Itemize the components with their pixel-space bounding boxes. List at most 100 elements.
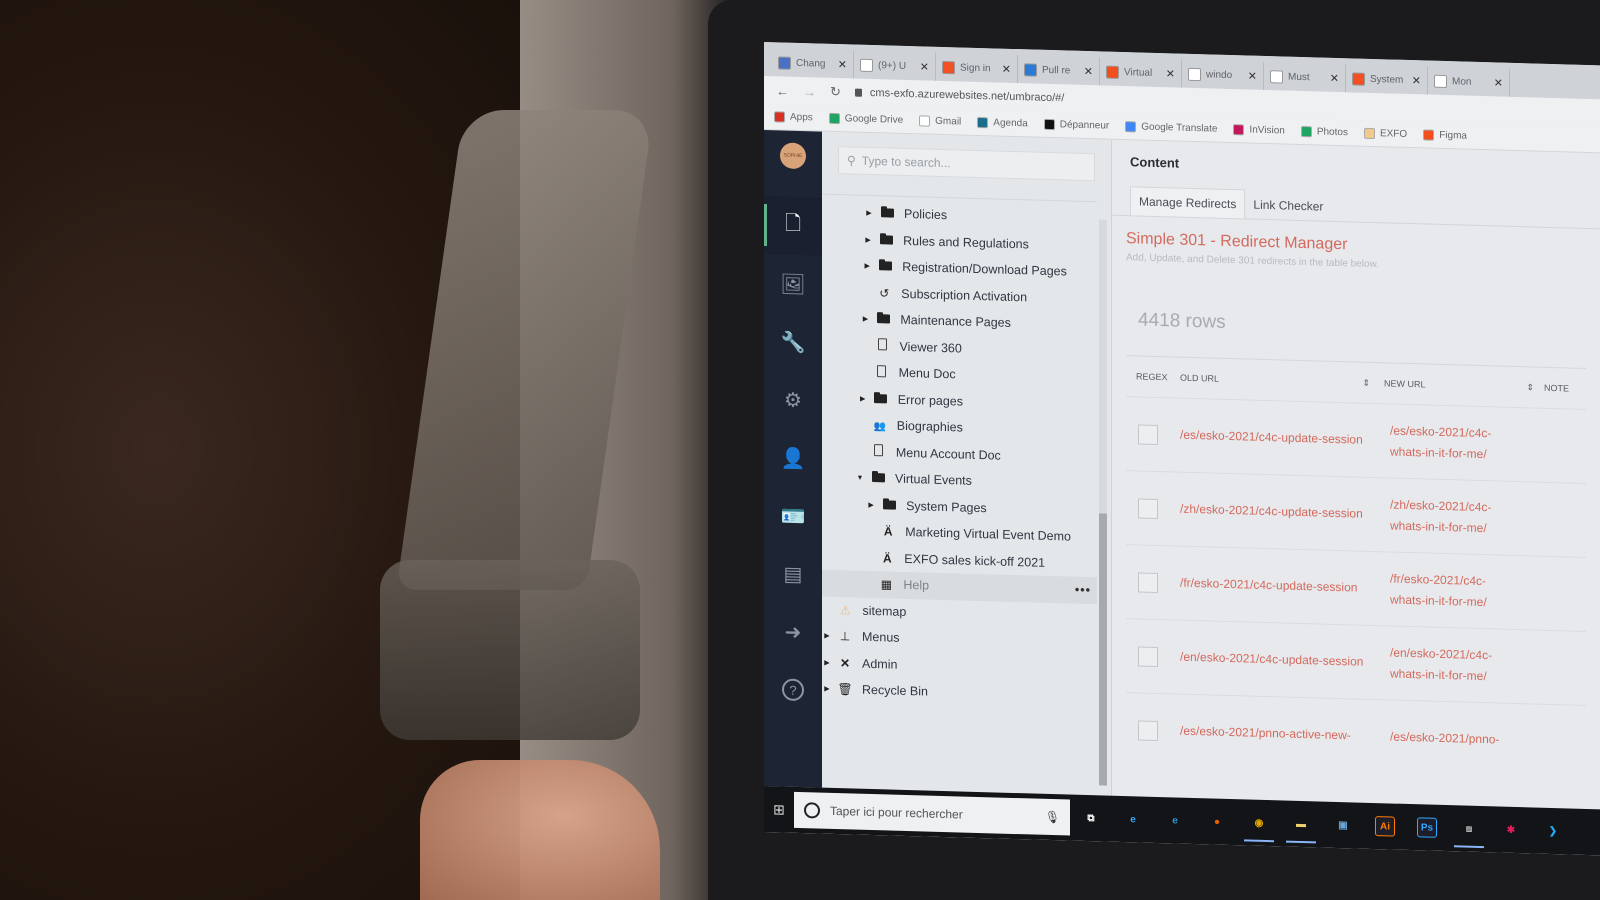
browser-tab[interactable]: Sign in ✕	[936, 52, 1018, 84]
browser-tab-label: (9+) U	[878, 59, 907, 72]
bookmark-item[interactable]: Google Translate	[1125, 121, 1217, 135]
close-icon[interactable]: ✕	[1002, 62, 1011, 75]
taskbar-search-input[interactable]: Taper ici pour rechercher 🎙	[794, 791, 1070, 836]
taskbar-app-remote-desktop[interactable]: ▣	[1322, 802, 1364, 849]
close-icon[interactable]: ✕	[838, 58, 847, 71]
taskbar-app-vscode[interactable]: ❯	[1532, 807, 1574, 854]
regex-checkbox[interactable]	[1138, 571, 1158, 593]
close-icon[interactable]: ✕	[1166, 67, 1175, 80]
old-url-cell[interactable]: /es/esko-2021/pnno-active-new-	[1180, 722, 1380, 747]
bookmark-item[interactable]: InVision	[1233, 124, 1285, 137]
bookmark-item[interactable]: Photos	[1300, 125, 1348, 138]
photoshop-icon: Ps	[1417, 817, 1437, 838]
caret-right-icon[interactable]: ▶	[858, 394, 868, 402]
bookmark-item[interactable]: Figma	[1423, 129, 1467, 142]
browser-tab[interactable]: Virtual ✕	[1100, 57, 1182, 88]
more-actions-icon[interactable]: •••	[1075, 583, 1091, 597]
caret-down-icon[interactable]: ▼	[855, 474, 865, 481]
document-icon	[878, 338, 887, 351]
close-icon[interactable]: ✕	[1084, 64, 1093, 77]
caret-right-icon[interactable]: ▶	[822, 685, 832, 693]
gear-icon: ⚙	[784, 389, 802, 412]
caret-right-icon[interactable]: ▶	[866, 501, 876, 509]
taskbar-app-illustrator[interactable]: Ai	[1364, 803, 1406, 850]
section-users[interactable]: 👤	[764, 428, 822, 488]
bookmark-item[interactable]: Dépanneur	[1043, 118, 1109, 132]
avatar[interactable]: SOPHIE	[780, 142, 806, 170]
caret-right-icon[interactable]: ▶	[860, 315, 870, 323]
microphone-icon[interactable]: 🎙	[1045, 810, 1060, 824]
section-content[interactable]: 🗋	[764, 196, 822, 256]
section-help[interactable]: ?	[764, 660, 822, 720]
new-url-cell[interactable]: /es/esko-2021/c4c-whats-in-it-for-me/	[1390, 421, 1520, 465]
new-url-cell[interactable]: /fr/esko-2021/c4c-whats-in-it-for-me/	[1390, 569, 1520, 613]
bookmark-item[interactable]: Apps	[774, 111, 813, 123]
close-icon[interactable]: ✕	[1412, 74, 1421, 87]
sort-icon[interactable]: ⇕	[1526, 382, 1534, 393]
taskbar-app-task-view[interactable]: ⧉	[1070, 795, 1112, 842]
edge-icon: e	[1172, 814, 1178, 827]
bookmark-item[interactable]: Google Drive	[828, 112, 903, 126]
folder-icon	[876, 314, 890, 324]
regex-checkbox[interactable]	[1138, 719, 1158, 741]
bookmark-item[interactable]: Agenda	[977, 116, 1028, 129]
reload-icon[interactable]: ↻	[830, 84, 841, 100]
taskbar-app-slack[interactable]: ✱	[1490, 806, 1532, 853]
forward-icon[interactable]: →	[803, 84, 816, 99]
close-icon[interactable]: ✕	[1248, 69, 1257, 82]
caret-right-icon[interactable]: ▶	[822, 658, 832, 666]
taskbar-app-edge[interactable]: e	[1154, 797, 1196, 844]
taskbar-app-photoshop[interactable]: Ps	[1406, 804, 1448, 851]
caret-right-icon[interactable]: ▶	[864, 209, 874, 217]
old-url-cell[interactable]: /es/esko-2021/c4c-update-session	[1180, 426, 1380, 451]
tree-scrollbar[interactable]	[1099, 219, 1107, 786]
taskbar-app-chrome[interactable]: ◉	[1238, 799, 1280, 846]
close-icon[interactable]: ✕	[1330, 71, 1339, 84]
tree-search-input[interactable]: ⚲ Type to search...	[838, 146, 1095, 182]
new-url-cell[interactable]: /en/esko-2021/c4c-whats-in-it-for-me/	[1390, 643, 1520, 687]
taskbar-app-internet-explorer[interactable]: e	[1112, 796, 1154, 843]
bookmark-item[interactable]: EXFO	[1363, 127, 1407, 140]
browser-tab[interactable]: Chang ✕	[772, 48, 854, 79]
section-members[interactable]: 🪪	[764, 486, 822, 546]
new-url-cell[interactable]: /zh/esko-2021/c4c-whats-in-it-for-me/	[1390, 495, 1520, 539]
browser-tab[interactable]: windo ✕	[1182, 59, 1264, 90]
url-field[interactable]: cms-exfo.azurewebsites.net/umbraco/#/	[854, 87, 1064, 104]
tab-link-checker[interactable]: Link Checker	[1245, 190, 1331, 220]
tree-scrollbar-thumb[interactable]	[1099, 513, 1107, 786]
section-developer[interactable]: ⚙	[764, 370, 822, 430]
caret-right-icon[interactable]: ▶	[822, 632, 832, 640]
header-old-url[interactable]: OLD URL ⇕	[1180, 372, 1384, 389]
old-url-cell[interactable]: /en/esko-2021/c4c-update-session	[1180, 648, 1380, 673]
close-icon[interactable]: ✕	[920, 60, 929, 73]
caret-right-icon[interactable]: ▶	[862, 262, 872, 270]
regex-checkbox[interactable]	[1138, 645, 1158, 667]
taskbar-app-file-explorer[interactable]: ▬	[1280, 800, 1322, 847]
close-icon[interactable]: ✕	[1494, 76, 1503, 89]
browser-tab[interactable]: Pull re ✕	[1018, 55, 1100, 86]
browser-tab[interactable]: Mon ✕	[1428, 66, 1510, 97]
bookmark-label: Google Translate	[1141, 121, 1218, 135]
regex-checkbox[interactable]	[1138, 423, 1158, 445]
bookmark-item[interactable]: Gmail	[919, 115, 961, 128]
section-media[interactable]: 🖼	[764, 254, 822, 314]
back-icon[interactable]: ←	[776, 83, 789, 98]
browser-tab[interactable]: Must ✕	[1264, 61, 1346, 93]
new-url-cell[interactable]: /es/esko-2021/pnno-	[1390, 727, 1520, 751]
tree-node-label: System Pages	[906, 498, 987, 515]
header-new-url[interactable]: NEW URL ⇕	[1384, 378, 1544, 393]
section-settings[interactable]: 🔧	[764, 312, 822, 372]
section-redirects[interactable]: ➜	[764, 602, 822, 662]
browser-tab[interactable]: (9+) U ✕	[854, 50, 936, 81]
section-forms[interactable]: ▤	[764, 544, 822, 604]
old-url-cell[interactable]: /fr/esko-2021/c4c-update-session	[1180, 574, 1380, 599]
tab-manage-redirects[interactable]: Manage Redirects	[1130, 186, 1246, 219]
browser-tab[interactable]: System ✕	[1346, 64, 1428, 95]
windows-start-icon[interactable]: ⊞	[764, 786, 794, 833]
taskbar-app-network[interactable]: ⧈	[1448, 805, 1490, 852]
caret-right-icon[interactable]: ▶	[863, 236, 873, 244]
taskbar-app-firefox[interactable]: ●	[1196, 798, 1238, 845]
regex-checkbox[interactable]	[1138, 497, 1158, 519]
old-url-cell[interactable]: /zh/esko-2021/c4c-update-session	[1180, 500, 1380, 525]
sort-icon[interactable]: ⇕	[1362, 377, 1370, 388]
